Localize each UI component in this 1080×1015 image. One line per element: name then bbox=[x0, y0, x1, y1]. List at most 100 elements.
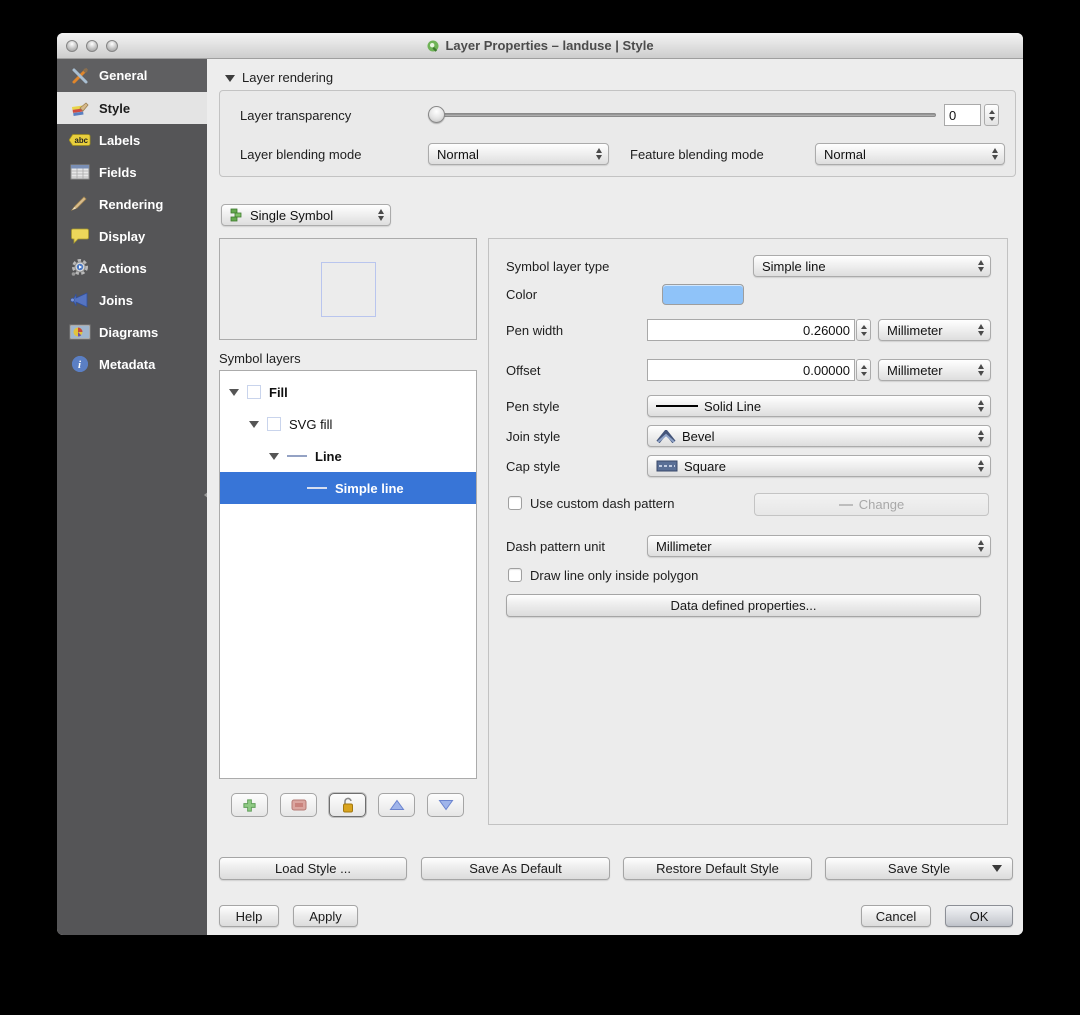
save-as-default-button[interactable]: Save As Default bbox=[421, 857, 610, 880]
use-custom-dash-checkbox[interactable] bbox=[508, 496, 522, 510]
draw-inside-polygon-checkbox[interactable] bbox=[508, 568, 522, 582]
symbol-layer-properties-panel: Symbol layer type Simple line Color Pen … bbox=[488, 238, 1008, 825]
help-label: Help bbox=[235, 908, 263, 924]
slider-track[interactable] bbox=[428, 113, 936, 117]
expand-triangle-icon[interactable] bbox=[229, 388, 239, 396]
renderer-select[interactable]: Single Symbol bbox=[221, 204, 391, 226]
sidebar-item-label: Display bbox=[99, 228, 146, 244]
sidebar-item-style[interactable]: Style bbox=[57, 92, 207, 124]
style-page: Layer rendering Layer transparency Layer… bbox=[207, 59, 1023, 935]
single-symbol-icon bbox=[230, 208, 242, 222]
ok-button[interactable]: OK bbox=[945, 905, 1013, 927]
select-arrows-icon bbox=[974, 364, 987, 376]
dropdown-arrow-icon bbox=[992, 865, 1002, 872]
qgis-icon bbox=[427, 40, 439, 52]
layer-blending-value: Normal bbox=[437, 146, 479, 162]
layer-rendering-header[interactable]: Layer rendering bbox=[225, 70, 333, 85]
pen-width-unit-select[interactable]: Millimeter bbox=[878, 319, 991, 341]
close-window-button[interactable] bbox=[66, 40, 78, 52]
cancel-label: Cancel bbox=[875, 908, 917, 924]
tools-icon bbox=[69, 66, 91, 86]
load-style-button[interactable]: Load Style ... bbox=[219, 857, 407, 880]
select-arrows-icon bbox=[974, 430, 987, 442]
sidebar-item-fields[interactable]: Fields bbox=[57, 156, 207, 188]
minus-icon bbox=[291, 799, 306, 811]
pen-style-select[interactable]: Solid Line bbox=[647, 395, 991, 417]
tree-row-label: Simple line bbox=[335, 480, 404, 496]
transparency-stepper[interactable] bbox=[984, 104, 999, 126]
apply-button[interactable]: Apply bbox=[293, 905, 358, 927]
cancel-button[interactable]: Cancel bbox=[861, 905, 931, 927]
help-button[interactable]: Help bbox=[219, 905, 279, 927]
join-style-label: Join style bbox=[506, 429, 561, 444]
offset-unit-value: Millimeter bbox=[887, 362, 943, 378]
title-bar[interactable]: Layer Properties – landuse | Style bbox=[57, 33, 1023, 59]
diagram-icon bbox=[69, 322, 91, 342]
expand-triangle-icon[interactable] bbox=[269, 452, 279, 460]
join-arrow-icon bbox=[69, 290, 91, 310]
pen-width-unit-value: Millimeter bbox=[887, 322, 943, 338]
layer-blending-select[interactable]: Normal bbox=[428, 143, 609, 165]
save-style-button[interactable]: Save Style bbox=[825, 857, 1013, 880]
dash-pattern-unit-value: Millimeter bbox=[656, 538, 712, 554]
change-dash-button[interactable]: Change bbox=[754, 493, 989, 516]
window-controls bbox=[66, 40, 118, 52]
line-swatch-icon bbox=[287, 455, 307, 457]
restore-default-style-button[interactable]: Restore Default Style bbox=[623, 857, 812, 880]
sidebar-item-label: Fields bbox=[99, 164, 137, 180]
pen-width-stepper[interactable] bbox=[856, 319, 871, 341]
minimize-window-button[interactable] bbox=[86, 40, 98, 52]
tree-row-simple-line[interactable]: Simple line bbox=[220, 472, 476, 504]
lock-color-button[interactable] bbox=[329, 793, 366, 817]
slider-thumb[interactable] bbox=[428, 106, 445, 123]
color-swatch[interactable] bbox=[662, 284, 744, 305]
lock-open-icon bbox=[342, 797, 353, 812]
expand-triangle-icon[interactable] bbox=[249, 420, 259, 428]
down-triangle-icon bbox=[438, 800, 453, 811]
speech-bubble-icon bbox=[69, 226, 91, 246]
load-style-label: Load Style ... bbox=[275, 861, 351, 876]
add-symbol-layer-button[interactable] bbox=[231, 793, 268, 817]
sidebar-item-diagrams[interactable]: Diagrams bbox=[57, 316, 207, 348]
move-layer-up-button[interactable] bbox=[378, 793, 415, 817]
pen-width-input[interactable] bbox=[647, 319, 855, 341]
offset-label: Offset bbox=[506, 363, 541, 378]
join-style-select[interactable]: Bevel bbox=[647, 425, 991, 447]
select-arrows-icon bbox=[374, 209, 387, 221]
move-layer-down-button[interactable] bbox=[427, 793, 464, 817]
zoom-window-button[interactable] bbox=[106, 40, 118, 52]
symbol-layers-label: Symbol layers bbox=[219, 351, 301, 366]
offset-stepper[interactable] bbox=[856, 359, 871, 381]
cap-style-label: Cap style bbox=[506, 459, 561, 474]
remove-symbol-layer-button[interactable] bbox=[280, 793, 317, 817]
svg-text:abc: abc bbox=[75, 136, 89, 145]
transparency-value-input[interactable] bbox=[944, 104, 981, 126]
square-cap-icon bbox=[656, 460, 678, 472]
cap-style-select[interactable]: Square bbox=[647, 455, 991, 477]
sidebar-item-display[interactable]: Display bbox=[57, 220, 207, 252]
feature-blending-select[interactable]: Normal bbox=[815, 143, 1005, 165]
offset-unit-select[interactable]: Millimeter bbox=[878, 359, 991, 381]
dash-pattern-unit-select[interactable]: Millimeter bbox=[647, 535, 991, 557]
sidebar-item-metadata[interactable]: i Metadata bbox=[57, 348, 207, 380]
layer-transparency-slider[interactable] bbox=[428, 106, 936, 124]
sidebar-item-rendering[interactable]: Rendering bbox=[57, 188, 207, 220]
restore-default-style-label: Restore Default Style bbox=[656, 861, 779, 876]
tree-row-fill[interactable]: Fill bbox=[220, 376, 476, 408]
tree-row-svg-fill[interactable]: SVG fill bbox=[220, 408, 476, 440]
line-swatch-icon bbox=[307, 487, 327, 489]
sidebar-item-labels[interactable]: abc Labels bbox=[57, 124, 207, 156]
table-icon bbox=[69, 162, 91, 182]
sidebar-item-label: General bbox=[99, 68, 148, 83]
sidebar-item-actions[interactable]: Actions bbox=[57, 252, 207, 284]
layer-blending-label: Layer blending mode bbox=[240, 147, 362, 162]
sidebar-item-general[interactable]: General bbox=[57, 59, 207, 92]
brush-icon bbox=[69, 194, 91, 214]
sidebar-item-label: Labels bbox=[99, 132, 141, 148]
symbol-layer-type-select[interactable]: Simple line bbox=[753, 255, 991, 277]
data-defined-properties-button[interactable]: Data defined properties... bbox=[506, 594, 981, 617]
offset-input[interactable] bbox=[647, 359, 855, 381]
sidebar-item-joins[interactable]: Joins bbox=[57, 284, 207, 316]
join-style-value: Bevel bbox=[682, 428, 715, 444]
tree-row-line[interactable]: Line bbox=[220, 440, 476, 472]
